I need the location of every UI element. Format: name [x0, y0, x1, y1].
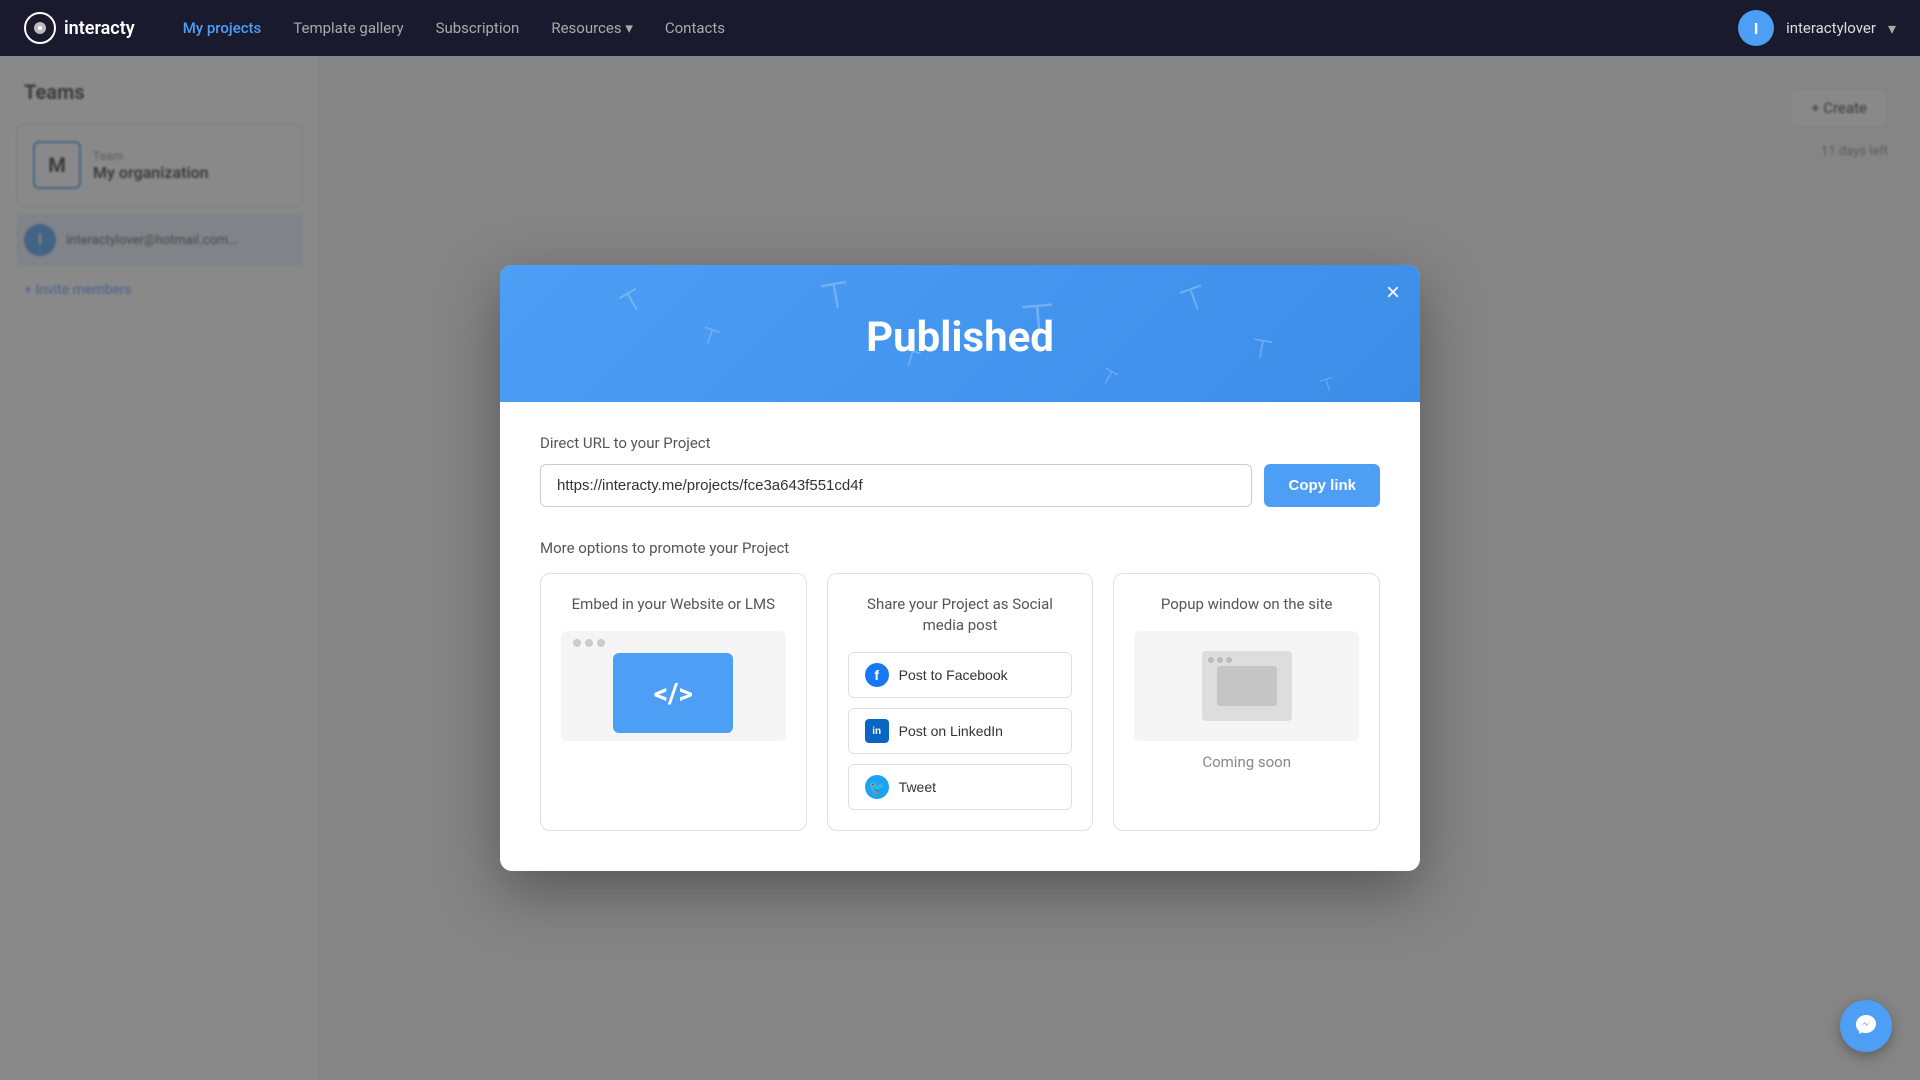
post-facebook-button[interactable]: f Post to Facebook	[848, 652, 1073, 698]
navbar: interacty My projects Template gallery S…	[0, 0, 1920, 56]
embed-preview: </>	[561, 631, 786, 741]
brand-name: interacty	[64, 18, 135, 39]
popup-dot-2	[1217, 657, 1223, 663]
tweet-label: Tweet	[899, 779, 936, 795]
deco-9: ⊤	[1318, 373, 1339, 397]
linkedin-icon: in	[865, 719, 889, 743]
published-modal: ⊤ ⊤ ⊤ ⊤ ⊤ ⊤ ⊤ ⊤ ⊤ × Published Direct URL…	[500, 265, 1420, 871]
embed-wrapper: </>	[573, 639, 774, 733]
embed-dot-1	[573, 639, 581, 647]
embed-card: Embed in your Website or LMS </>	[540, 573, 807, 831]
url-input[interactable]	[540, 464, 1252, 507]
modal-overlay: ⊤ ⊤ ⊤ ⊤ ⊤ ⊤ ⊤ ⊤ ⊤ × Published Direct URL…	[0, 56, 1920, 1080]
popup-dot-1	[1208, 657, 1214, 663]
embed-top-bar	[573, 639, 774, 647]
nav-resources[interactable]: Resources ▾	[551, 19, 633, 37]
code-symbol-box: </>	[613, 653, 733, 733]
embed-card-title: Embed in your Website or LMS	[572, 594, 775, 615]
modal-title: Published	[540, 313, 1380, 362]
embed-dot-2	[585, 639, 593, 647]
popup-inner	[1202, 651, 1292, 721]
facebook-icon: f	[865, 663, 889, 687]
url-row: Copy link	[540, 464, 1380, 507]
nav-my-projects[interactable]: My projects	[183, 19, 262, 37]
social-card-title: Share your Project as Social media post	[848, 594, 1073, 636]
url-section-label: Direct URL to your Project	[540, 434, 1380, 452]
modal-body: Direct URL to your Project Copy link Mor…	[500, 402, 1420, 871]
facebook-label: Post to Facebook	[899, 667, 1008, 683]
popup-inner-box	[1217, 666, 1277, 706]
messenger-icon	[1852, 1012, 1880, 1040]
popup-dots	[1208, 657, 1232, 663]
nav-template-gallery[interactable]: Template gallery	[293, 19, 403, 37]
username-label[interactable]: interactylover	[1786, 19, 1876, 37]
nav-subscription[interactable]: Subscription	[436, 19, 520, 37]
linkedin-label: Post on LinkedIn	[899, 723, 1003, 739]
nav-contacts[interactable]: Contacts	[665, 19, 725, 37]
user-dropdown-arrow[interactable]: ▾	[1888, 19, 1896, 38]
deco-6: ⊤	[1095, 362, 1122, 391]
popup-preview	[1134, 631, 1359, 741]
twitter-icon: 🐦	[865, 775, 889, 799]
promo-cards-row: Embed in your Website or LMS </>	[540, 573, 1380, 831]
popup-dot-3	[1226, 657, 1232, 663]
embed-dot-3	[597, 639, 605, 647]
popup-card: Popup window on the site Coming soon	[1113, 573, 1380, 831]
coming-soon-label: Coming soon	[1202, 753, 1291, 771]
modal-header: ⊤ ⊤ ⊤ ⊤ ⊤ ⊤ ⊤ ⊤ ⊤ × Published	[500, 265, 1420, 402]
modal-close-button[interactable]: ×	[1386, 281, 1400, 305]
nav-user-area: I interactylover ▾	[1738, 10, 1896, 46]
user-avatar: I	[1738, 10, 1774, 46]
messenger-bubble[interactable]	[1840, 1000, 1892, 1052]
tweet-button[interactable]: 🐦 Tweet	[848, 764, 1073, 810]
popup-card-title: Popup window on the site	[1161, 594, 1333, 615]
promote-label: More options to promote your Project	[540, 539, 1380, 557]
post-linkedin-button[interactable]: in Post on LinkedIn	[848, 708, 1073, 754]
copy-link-button[interactable]: Copy link	[1264, 464, 1380, 507]
brand-logo[interactable]: interacty	[24, 12, 135, 44]
social-card: Share your Project as Social media post …	[827, 573, 1094, 831]
